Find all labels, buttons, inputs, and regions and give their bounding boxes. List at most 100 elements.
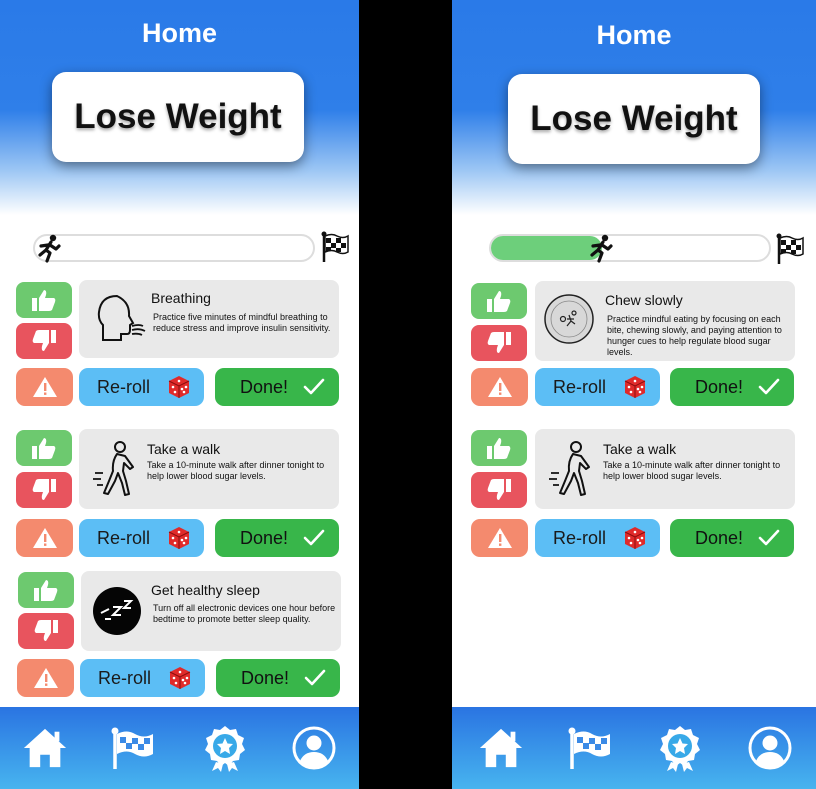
- task-title: Breathing: [151, 290, 211, 306]
- reroll-label: Re-roll: [98, 667, 152, 688]
- done-label: Done!: [240, 527, 289, 548]
- nav-profile-button[interactable]: [747, 725, 793, 771]
- reroll-button[interactable]: Re-roll: [535, 519, 660, 557]
- nav-home-button[interactable]: [478, 725, 524, 771]
- task-title: Take a walk: [603, 441, 677, 457]
- done-button[interactable]: Done!: [216, 659, 340, 697]
- dice-icon: [624, 376, 646, 398]
- goal-flag-icon: [111, 727, 153, 769]
- done-button[interactable]: Done!: [215, 519, 339, 557]
- done-button[interactable]: Done!: [670, 519, 794, 557]
- done-button[interactable]: Done!: [670, 368, 794, 406]
- task-card[interactable]: Chew slowly Practice mindful eating by f…: [535, 281, 795, 361]
- done-label: Done!: [695, 376, 744, 397]
- progress-fill: [491, 236, 603, 260]
- achievement-badge-icon: [205, 726, 245, 772]
- home-screen-right: Home Lose Weight Chew slowly Practice mi…: [452, 0, 816, 789]
- done-label: Done!: [241, 667, 290, 688]
- profile-icon: [748, 726, 792, 770]
- reroll-button[interactable]: Re-roll: [535, 368, 660, 406]
- thumbs-down-button[interactable]: [471, 472, 527, 508]
- task-title: Take a walk: [147, 441, 221, 457]
- thumbs-up-button[interactable]: [471, 430, 527, 466]
- reroll-label: Re-roll: [97, 376, 151, 397]
- nav-achievements-button[interactable]: [202, 725, 248, 772]
- thumbs-up-icon: [487, 291, 511, 312]
- task-card[interactable]: Take a walk Take a 10-minute walk after …: [535, 429, 795, 509]
- task-card[interactable]: Get healthy sleep Turn off all electroni…: [81, 571, 341, 651]
- home-icon: [23, 728, 67, 768]
- goal-card[interactable]: Lose Weight: [52, 72, 304, 162]
- walking-person-icon: [549, 441, 590, 496]
- dice-icon: [168, 376, 190, 398]
- task-card[interactable]: Take a walk Take a 10-minute walk after …: [79, 429, 339, 509]
- bottom-nav: [452, 707, 816, 789]
- nav-goals-button[interactable]: [109, 725, 155, 771]
- page-title: Home: [141, 18, 217, 48]
- thumbs-down-icon: [32, 479, 56, 500]
- reroll-button[interactable]: Re-roll: [79, 519, 204, 557]
- task-title: Chew slowly: [605, 292, 683, 308]
- chew-plate-icon: [544, 294, 594, 344]
- thumbs-up-button[interactable]: [16, 282, 72, 318]
- checkmark-icon: [303, 529, 325, 546]
- bottom-nav: [0, 707, 359, 789]
- profile-icon: [292, 726, 336, 770]
- warning-icon: [32, 528, 57, 548]
- task-card[interactable]: Breathing Practice five minutes of mindf…: [79, 280, 339, 358]
- done-button[interactable]: Done!: [215, 368, 339, 406]
- nav-goals-button[interactable]: [566, 725, 612, 771]
- task-description: Turn off all electronic devices one hour…: [153, 603, 336, 624]
- runner-icon: [38, 234, 61, 263]
- thumbs-down-button[interactable]: [18, 613, 74, 649]
- finish-flag-icon: [776, 233, 804, 264]
- reroll-button[interactable]: Re-roll: [79, 368, 204, 406]
- report-button[interactable]: [471, 519, 528, 557]
- warning-icon: [487, 377, 512, 397]
- thumbs-down-icon: [487, 332, 511, 353]
- checkmark-icon: [758, 529, 780, 546]
- report-button[interactable]: [17, 659, 74, 697]
- checkmark-icon: [304, 669, 326, 686]
- reroll-button[interactable]: Re-roll: [80, 659, 205, 697]
- runner-icon: [590, 234, 613, 263]
- task-description: Practice mindful eating by focusing on e…: [607, 314, 782, 357]
- thumbs-down-button[interactable]: [16, 323, 72, 359]
- thumbs-down-icon: [34, 620, 58, 641]
- checkmark-icon: [758, 378, 780, 395]
- thumbs-up-icon: [34, 580, 58, 601]
- reroll-label: Re-roll: [553, 527, 607, 548]
- thumbs-up-icon: [32, 438, 56, 459]
- breathing-icon: [97, 294, 146, 341]
- thumbs-up-button[interactable]: [16, 430, 72, 466]
- done-label: Done!: [695, 527, 744, 548]
- report-button[interactable]: [16, 519, 73, 557]
- task-title: Get healthy sleep: [151, 582, 260, 598]
- dice-icon: [624, 527, 646, 549]
- task-description: Take a 10-minute walk after dinner tonig…: [147, 460, 325, 481]
- sleep-icon: [93, 587, 141, 635]
- achievement-badge-icon: [660, 726, 700, 772]
- home-screen-left: Home Lose Weight Breathing Practice five…: [0, 0, 359, 789]
- nav-achievements-button[interactable]: [657, 725, 703, 772]
- thumbs-down-button[interactable]: [471, 325, 527, 361]
- goal-flag-icon: [568, 727, 610, 769]
- warning-icon: [33, 668, 58, 688]
- nav-profile-button[interactable]: [291, 725, 337, 771]
- walking-person-icon: [93, 441, 134, 496]
- home-icon: [479, 728, 523, 768]
- thumbs-down-icon: [487, 479, 511, 500]
- warning-icon: [32, 377, 57, 397]
- thumbs-down-button[interactable]: [16, 472, 72, 508]
- goal-card[interactable]: Lose Weight: [508, 74, 760, 164]
- report-button[interactable]: [471, 368, 528, 406]
- task-description: Take a 10-minute walk after dinner tonig…: [603, 460, 781, 481]
- reroll-label: Re-roll: [553, 376, 607, 397]
- dice-icon: [168, 527, 190, 549]
- progress-bar: [33, 234, 315, 263]
- reroll-label: Re-roll: [97, 527, 151, 548]
- report-button[interactable]: [16, 368, 73, 406]
- thumbs-up-button[interactable]: [18, 572, 74, 608]
- nav-home-button[interactable]: [22, 725, 68, 771]
- thumbs-up-button[interactable]: [471, 283, 527, 319]
